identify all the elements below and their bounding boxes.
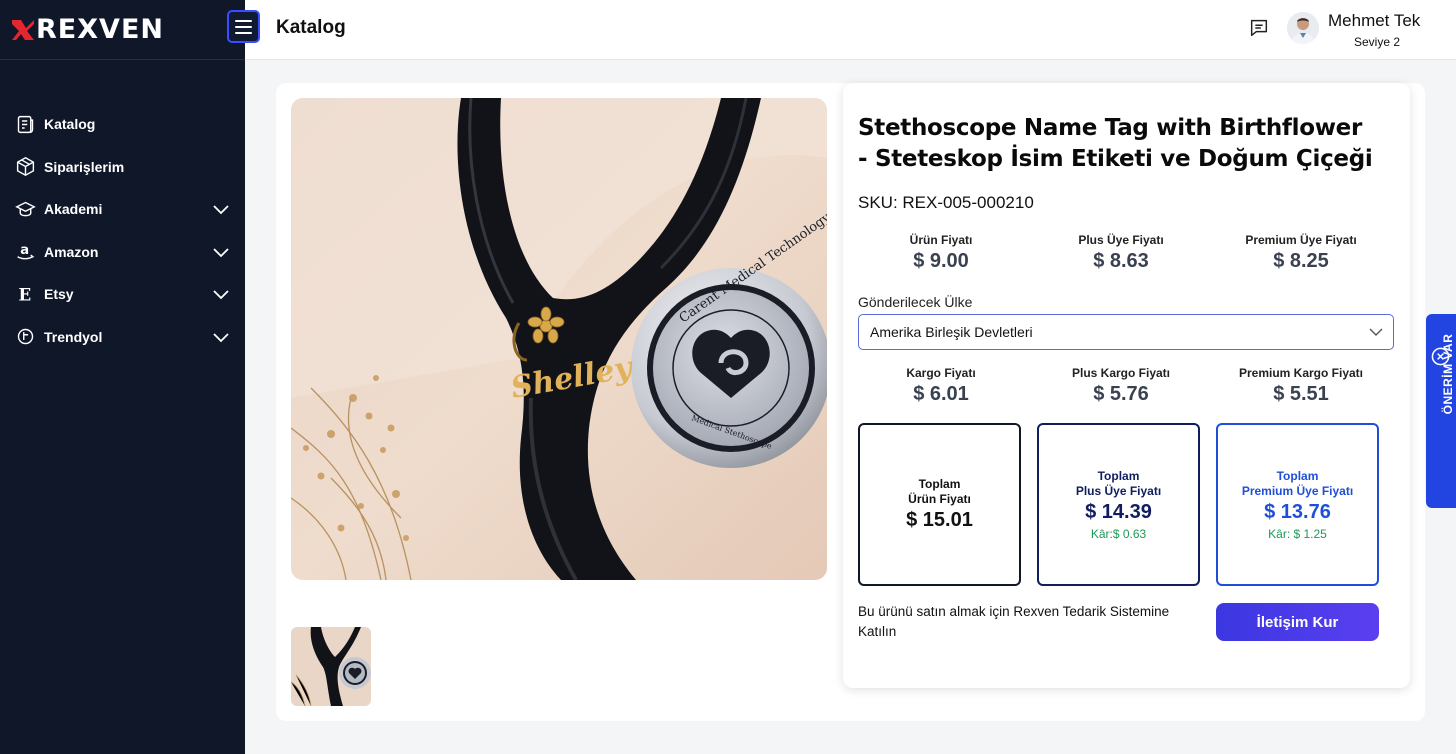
brand-logo-text[interactable]: REXVEN bbox=[36, 14, 164, 45]
total-label-line2: Plus Üye Fiyatı bbox=[1075, 483, 1162, 498]
chevron-down-icon[interactable] bbox=[213, 330, 229, 344]
price-value: $ 9.00 bbox=[913, 250, 969, 272]
total-premium-box: Toplam Premium Üye Fiyatı $ 13.76 Kâr: $… bbox=[1216, 423, 1379, 586]
chevron-down-icon[interactable] bbox=[213, 202, 229, 216]
svg-text:a: a bbox=[20, 243, 29, 258]
sidebar-item-trendyol[interactable]: Trendyol bbox=[0, 316, 245, 359]
product-title: Stethoscope Name Tag with Birthflower - … bbox=[858, 115, 1373, 172]
member-price-row: Ürün Fiyatı $ 9.00 Plus Üye Fiyatı $ 8.6… bbox=[851, 233, 1391, 273]
sidebar-item-etsy[interactable]: E Etsy bbox=[0, 273, 245, 316]
sidebar-item-katalog[interactable]: Katalog bbox=[0, 103, 245, 146]
price-value: $ 8.25 bbox=[1273, 250, 1329, 272]
catalog-icon bbox=[14, 113, 36, 135]
total-value: $ 15.01 bbox=[906, 509, 973, 531]
country-select[interactable]: Amerika Birleşik Devletleri bbox=[858, 314, 1394, 350]
top-bar: Katalog Mehmet Tek Seviye 2 bbox=[245, 0, 1456, 60]
product-sku: SKU: REX-005-000210 bbox=[858, 193, 1034, 212]
chevron-down-icon bbox=[1369, 328, 1383, 336]
sidebar-item-label: Etsy bbox=[44, 286, 74, 303]
price-label: Premium Kargo Fiyatı bbox=[1238, 366, 1364, 380]
sidebar-item-label: Trendyol bbox=[44, 328, 103, 345]
price-plus: Plus Üye Fiyatı $ 8.63 bbox=[1031, 233, 1211, 273]
total-label-line2: Ürün Fiyatı bbox=[908, 492, 971, 506]
avatar[interactable] bbox=[1287, 12, 1319, 44]
box-icon bbox=[14, 156, 36, 178]
profit-text: Kâr:$ 0.63 bbox=[1090, 526, 1147, 541]
total-product-box: Toplam Ürün Fiyatı $ 15.01 bbox=[858, 423, 1021, 586]
price-value: $ 8.63 bbox=[1093, 250, 1149, 272]
shipping-standard: Kargo Fiyatı $ 6.01 bbox=[851, 366, 1031, 406]
hamburger-icon bbox=[235, 19, 252, 22]
total-label-line1: Toplam bbox=[1276, 468, 1319, 483]
suggestion-tab-label: ÖNERİM VAR bbox=[1441, 333, 1455, 415]
contact-button[interactable]: İletişim Kur bbox=[1216, 603, 1379, 641]
sidebar-item-label: Amazon bbox=[44, 243, 99, 260]
rexven-logo-mark bbox=[12, 19, 34, 40]
total-label-line1: Toplam bbox=[918, 477, 961, 491]
product-thumbnail[interactable] bbox=[291, 627, 371, 706]
amazon-icon: a bbox=[14, 241, 36, 263]
total-plus-box: Toplam Plus Üye Fiyatı $ 14.39 Kâr:$ 0.6… bbox=[1037, 423, 1200, 586]
join-system-text: Bu ürünü satın almak için Rexven Tedarik… bbox=[858, 604, 1170, 639]
sidebar-item-amazon[interactable]: a Amazon bbox=[0, 231, 245, 274]
total-value: $ 13.76 bbox=[1264, 500, 1331, 523]
price-label: Plus Kargo Fiyatı bbox=[1071, 366, 1171, 380]
sidebar-item-label: Katalog bbox=[44, 116, 96, 133]
price-label: Ürün Fiyatı bbox=[909, 233, 973, 247]
price-value: $ 5.76 bbox=[1093, 383, 1149, 405]
chevron-down-icon[interactable] bbox=[213, 287, 229, 301]
hamburger-icon bbox=[235, 25, 252, 28]
graduation-cap-icon bbox=[14, 198, 36, 220]
sidebar-item-akademi[interactable]: Akademi bbox=[0, 188, 245, 231]
price-label: Premium Üye Fiyatı bbox=[1245, 233, 1357, 247]
price-value: $ 6.01 bbox=[913, 383, 969, 405]
sidebar-item-label: Akademi bbox=[44, 201, 103, 218]
price-label: Plus Üye Fiyatı bbox=[1078, 233, 1164, 247]
logo-bar: REXVEN bbox=[0, 0, 245, 60]
shipping-price-row: Kargo Fiyatı $ 6.01 Plus Kargo Fiyatı $ … bbox=[851, 366, 1391, 406]
shipping-premium: Premium Kargo Fiyatı $ 5.51 bbox=[1211, 366, 1391, 406]
total-label-line2: Premium Üye Fiyatı bbox=[1241, 483, 1354, 498]
sidebar: REXVEN Katalog Siparişlerim Akademi a Am… bbox=[0, 0, 245, 754]
chat-icon[interactable] bbox=[1248, 17, 1270, 39]
sidebar-nav: Katalog Siparişlerim Akademi a Amazon E bbox=[0, 103, 245, 358]
price-value: $ 5.51 bbox=[1273, 383, 1329, 405]
total-value: $ 14.39 bbox=[1085, 500, 1152, 523]
product-main-image[interactable]: Carent Medical Technology Medical Stetho… bbox=[291, 98, 827, 580]
trendyol-icon bbox=[14, 326, 36, 348]
product-detail-card: Stethoscope Name Tag with Birthflower - … bbox=[843, 83, 1410, 688]
country-selected-value: Amerika Birleşik Devletleri bbox=[870, 324, 1033, 340]
sidebar-item-siparislerim[interactable]: Siparişlerim bbox=[0, 146, 245, 189]
country-label: Gönderilecek Ülke bbox=[858, 294, 973, 310]
user-name[interactable]: Mehmet Tek bbox=[1328, 11, 1420, 31]
etsy-icon: E bbox=[14, 283, 36, 305]
page-title: Katalog bbox=[276, 17, 346, 38]
chevron-down-icon[interactable] bbox=[213, 245, 229, 259]
price-label: Kargo Fiyatı bbox=[906, 366, 976, 380]
shipping-plus: Plus Kargo Fiyatı $ 5.76 bbox=[1031, 366, 1211, 406]
hamburger-icon bbox=[235, 31, 252, 34]
user-level: Seviye 2 bbox=[1354, 35, 1401, 49]
sidebar-item-label: Siparişlerim bbox=[44, 158, 125, 175]
total-label-line1: Toplam bbox=[1097, 468, 1140, 483]
profit-text: Kâr: $ 1.25 bbox=[1268, 526, 1327, 541]
price-product: Ürün Fiyatı $ 9.00 bbox=[851, 233, 1031, 273]
suggestion-tab[interactable]: ÖNERİM VAR bbox=[1426, 314, 1456, 508]
price-premium: Premium Üye Fiyatı $ 8.25 bbox=[1211, 233, 1391, 273]
menu-toggle-button[interactable] bbox=[227, 10, 260, 43]
svg-text:E: E bbox=[18, 284, 31, 304]
